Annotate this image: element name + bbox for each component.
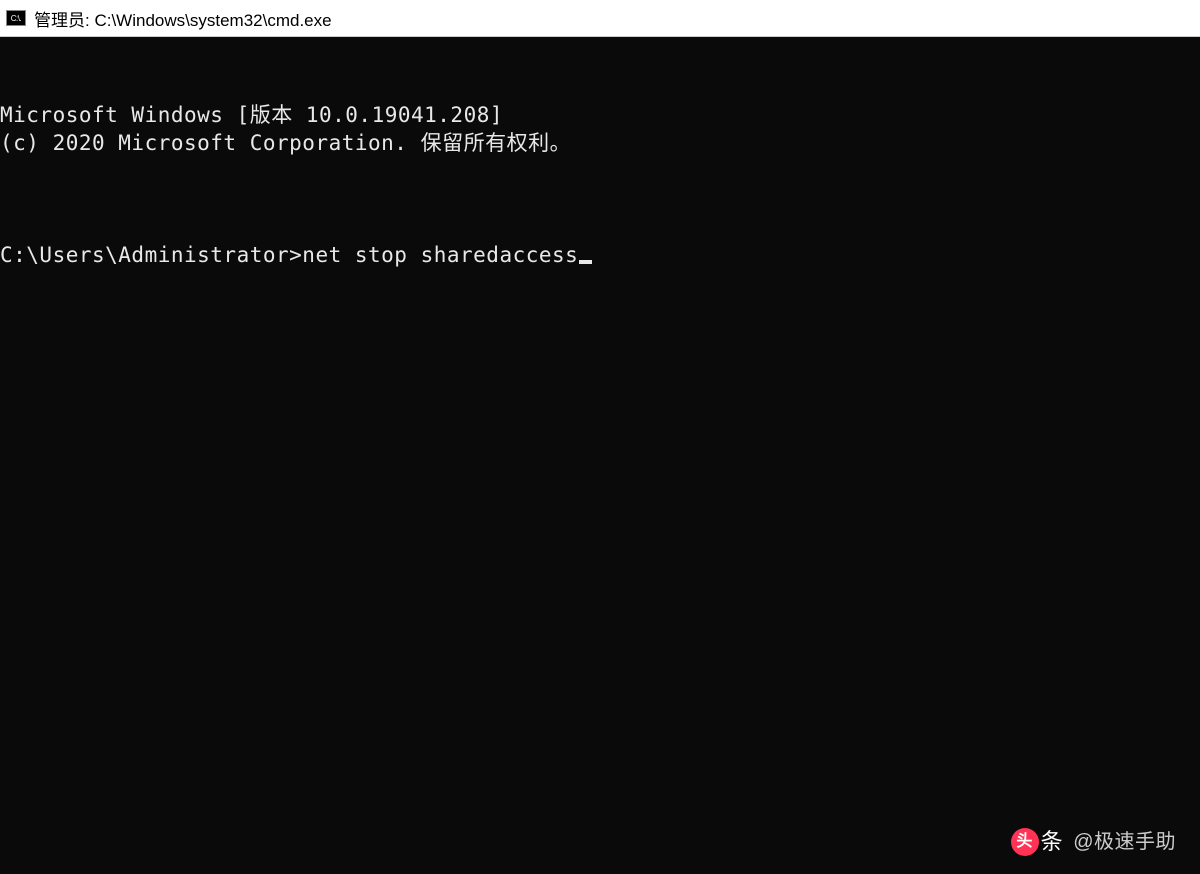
terminal-cursor xyxy=(579,260,592,264)
terminal-prompt-line: C:\Users\Administrator>net stop sharedac… xyxy=(0,241,1200,269)
watermark-handle: @极速手助 xyxy=(1073,828,1176,856)
terminal-prompt: C:\Users\Administrator> xyxy=(0,243,302,267)
cmd-icon-text: C:\. xyxy=(11,14,21,23)
terminal-output-line-1: Microsoft Windows [版本 10.0.19041.208] xyxy=(0,101,1200,129)
watermark-logo: 头 条 xyxy=(1011,828,1064,856)
watermark-logo-text: 条 xyxy=(1041,828,1064,856)
terminal-area[interactable]: Microsoft Windows [版本 10.0.19041.208](c)… xyxy=(0,37,1200,874)
watermark-logo-icon: 头 xyxy=(1011,828,1039,856)
window-title: 管理员: C:\Windows\system32\cmd.exe xyxy=(34,6,332,31)
terminal-command-input[interactable]: net stop sharedaccess xyxy=(302,243,578,267)
cmd-icon: C:\. xyxy=(6,10,26,26)
window-titlebar[interactable]: C:\. 管理员: C:\Windows\system32\cmd.exe xyxy=(0,0,1200,37)
terminal-output-line-2: (c) 2020 Microsoft Corporation. 保留所有权利。 xyxy=(0,129,1200,157)
watermark: 头 条 @极速手助 xyxy=(1011,828,1176,856)
